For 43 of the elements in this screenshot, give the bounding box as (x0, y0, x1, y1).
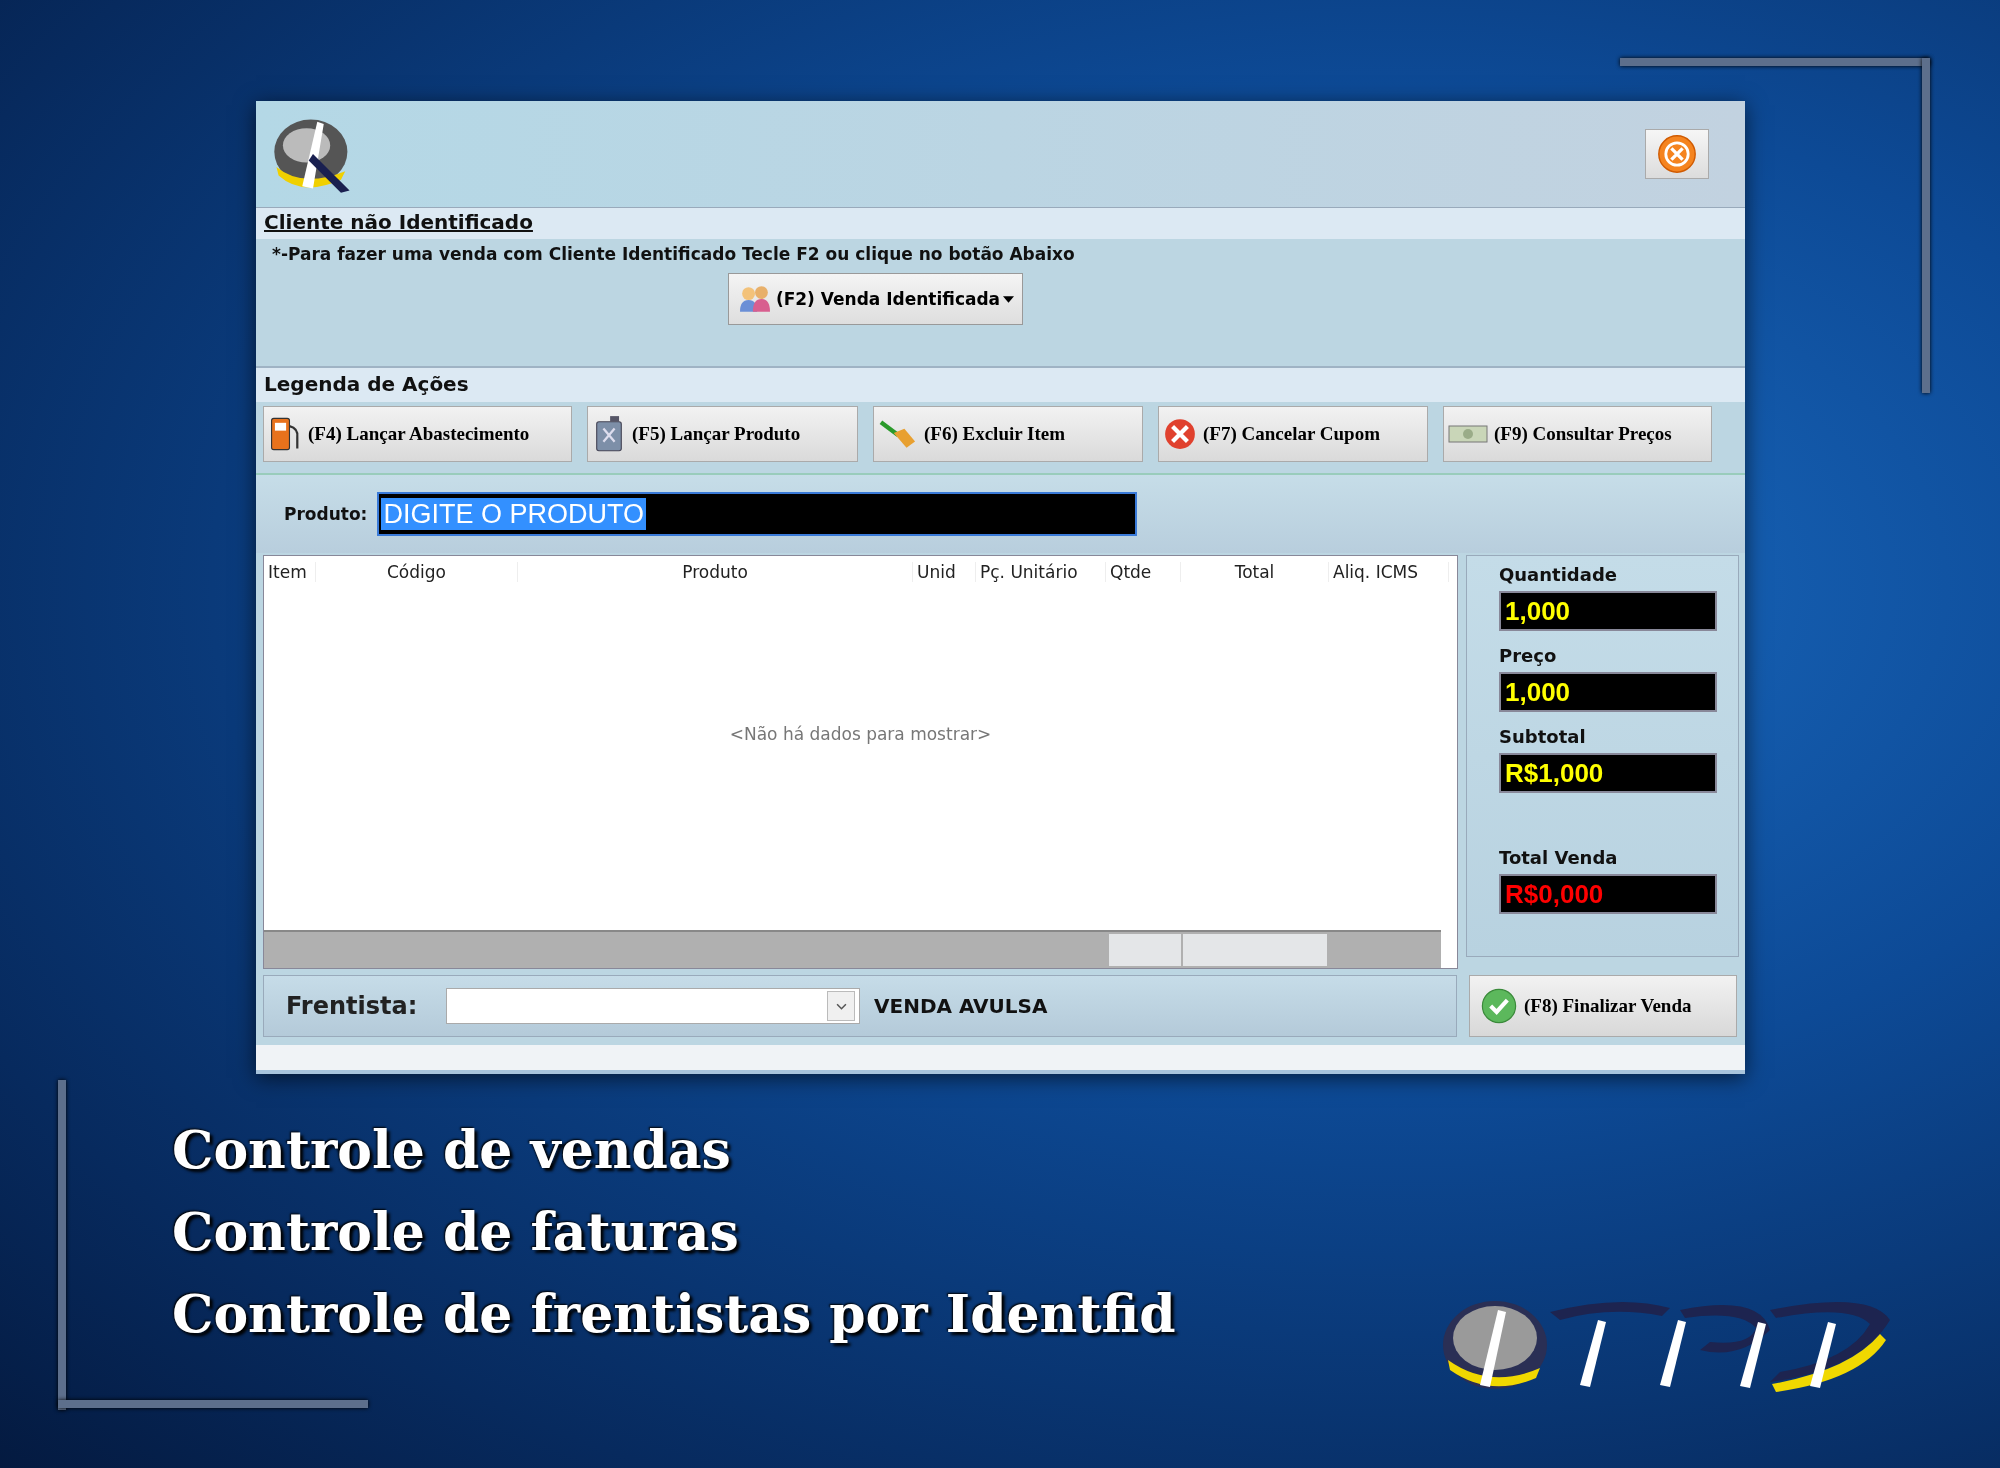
sale-type-text: VENDA AVULSA (874, 994, 1048, 1018)
cancel-icon (1163, 417, 1197, 451)
column-header[interactable]: Unid (913, 562, 976, 582)
column-header[interactable]: Total (1181, 562, 1329, 582)
column-header[interactable]: Qtde (1106, 562, 1181, 582)
caption-text: Controle de faturas (172, 1200, 740, 1264)
total-label: Subtotal (1499, 726, 1587, 747)
total-value: R$0,000 (1505, 879, 1604, 909)
column-header[interactable]: Aliq. ICMS (1329, 562, 1449, 582)
section-title: Cliente não Identificado (264, 210, 533, 234)
field-label: Frentista: (286, 992, 419, 1020)
chevron-down-icon (835, 1002, 847, 1010)
section-title: Legenda de Ações (264, 372, 469, 396)
caret-icon (1003, 295, 1015, 303)
banknote-icon (1448, 423, 1488, 445)
column-header[interactable]: Item (264, 562, 316, 582)
column-header[interactable]: Produto (518, 562, 913, 582)
caption-text: Controle de frentistas por Identfid (172, 1282, 1176, 1346)
total-value: 1,000 (1505, 596, 1571, 626)
column-header[interactable]: Pç. Unitário (976, 562, 1106, 582)
brush-icon (878, 418, 918, 450)
total-value: 1,000 (1505, 677, 1571, 707)
attendant-dropdown[interactable] (446, 988, 860, 1024)
action-button[interactable]: (F7) Cancelar Cupom (1158, 406, 1428, 462)
total-label: Total Venda (1499, 847, 1619, 868)
total-label: Preço (1499, 645, 1558, 666)
close-button[interactable] (1645, 129, 1709, 179)
identified-sale-button[interactable]: (F2) Venda Identificada (727, 273, 1024, 325)
action-button[interactable]: (F4) Lançar Abastecimento (263, 406, 572, 462)
action-button[interactable]: (F9) Consultar Preços (1443, 406, 1712, 462)
close-icon (1656, 133, 1698, 175)
column-header[interactable]: Código (316, 562, 518, 582)
field-label: Produto: (284, 504, 368, 524)
empty-message: <Não há dados para mostrar> (729, 724, 992, 744)
finish-sale-button[interactable]: (F8) Finalizar Venda (1469, 975, 1737, 1037)
instruction-text: *-Para fazer uma venda com Cliente Identificado Tecle F2 ou clique no botão Abaixo (271, 243, 1076, 266)
action-button[interactable]: (F6) Excluir Item (873, 406, 1143, 462)
check-icon (1480, 987, 1518, 1025)
horizontal-scrollbar[interactable] (264, 930, 1441, 968)
total-value: R$1,000 (1505, 758, 1604, 788)
action-button[interactable]: (F5) Lançar Produto (587, 406, 858, 462)
caption-text: Controle de vendas (172, 1118, 732, 1182)
total-label: Quantidade (1499, 564, 1618, 585)
